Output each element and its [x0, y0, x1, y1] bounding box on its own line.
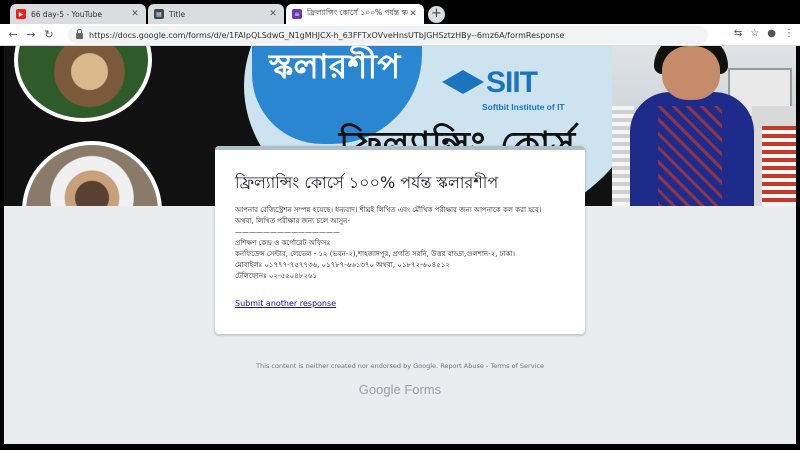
translate-icon[interactable]: ⇆ [734, 28, 742, 39]
footer-disclaimer: This content is neither created nor endo… [4, 362, 796, 370]
reload-icon[interactable]: ↻ [40, 28, 58, 41]
tab-title: Title [169, 9, 186, 19]
lock-icon [76, 29, 83, 39]
address-bar[interactable]: https://docs.google.com/forms/d/e/1FAIpQ… [68, 26, 708, 44]
report-abuse-link[interactable]: Report Abuse [440, 362, 484, 370]
logo-wordmark: SIIT [486, 66, 538, 99]
tab-youtube[interactable]: ▶ 66 day-5 - YouTube ✕ [10, 4, 146, 24]
message-line: টেলিফোনঃ ০২-৫৫০৪৮২৬১ [235, 272, 317, 280]
tab-title: ফ্রিল্যান্সিং কোর্সে ১০০% পর্যন্ত স্কলার… [307, 8, 408, 17]
back-icon[interactable]: ← [4, 28, 22, 41]
google-forms-logo[interactable]: Google Forms [4, 382, 796, 397]
banner-heading: স্কলারশীপ [269, 47, 401, 87]
google-forms-icon: ≡ [292, 9, 302, 19]
form-title: ফ্রিল্যান্সিং কোর্সে ১০০% পর্যন্ত স্কলার… [235, 173, 499, 192]
confirmation-message: আপনার রেজিস্ট্রেশন সম্পন্ন হয়েছে। ধন্যব… [235, 205, 575, 282]
siit-logo: SIIT Softbit Institute of IT [442, 64, 592, 118]
tab-title: 66 day-5 - YouTube [31, 9, 103, 19]
browser-toolbar: ← → ↻ https://docs.google.com/forms/d/e/… [0, 24, 800, 46]
youtube-icon: ▶ [16, 9, 26, 19]
message-line: ——————————————— [235, 228, 340, 236]
logo-forms: Forms [404, 382, 442, 397]
tab-google-form[interactable]: ≡ ফ্রিল্যান্সিং কোর্সে ১০০% পর্যন্ত স্কল… [286, 4, 424, 24]
account-icon[interactable]: ● [767, 28, 776, 39]
window-edge [796, 46, 800, 444]
message-line: প্রশিক্ষণ কেন্দ্র ও কর্পোরেট অফিসঃ [235, 239, 331, 247]
star-icon[interactable]: ☆ [750, 28, 759, 39]
menu-icon[interactable]: ⋮ [784, 28, 794, 39]
message-line: অথবা, লিখিত পরীক্ষার জন্য চলে আসুন- [235, 217, 350, 225]
close-icon[interactable]: ✕ [408, 9, 418, 19]
card-accent [215, 146, 585, 150]
form-page: স্কলারশীপ SIIT Softbit Institute of IT ফ… [4, 46, 796, 444]
message-line: মোবাইলঃ ০১৭৭৭-৭৫৭৭৩৬, ০১৭৮৭-৬৬১৩৭০ অথবা,… [235, 261, 450, 269]
url-text: https://docs.google.com/forms/d/e/1FAIpQ… [89, 30, 565, 40]
logo-google: Google [358, 382, 401, 397]
forward-icon[interactable]: → [22, 28, 40, 41]
logo-tagline: Softbit Institute of IT [482, 102, 565, 112]
disclaimer-text: This content is neither created nor endo… [256, 362, 439, 370]
student-photo [14, 46, 152, 122]
message-line: আপনার রেজিস্ট্রেশন সম্পন্ন হয়েছে। ধন্যব… [235, 206, 542, 214]
close-icon[interactable]: ✕ [130, 9, 140, 19]
confirmation-card: ফ্রিল্যান্সিং কোর্সে ১০০% পর্যন্ত স্কলার… [215, 146, 585, 334]
page-icon: ▤ [154, 9, 164, 19]
instructor-photo [612, 46, 796, 206]
new-tab-button[interactable]: + [428, 6, 445, 23]
close-icon[interactable]: ✕ [268, 9, 278, 19]
tab-title-page[interactable]: ▤ Title ✕ [148, 4, 284, 24]
student-photo [22, 141, 162, 206]
tab-strip: ▶ 66 day-5 - YouTube ✕ ▤ Title ✕ ≡ ফ্রিল… [0, 0, 800, 24]
submit-another-response-link[interactable]: Submit another response [235, 299, 336, 308]
graduation-cap-icon [442, 70, 484, 96]
message-line: কনফিডেন্স সেন্টার, লেভেল - ১২ (ভবন-২),শা… [235, 250, 515, 258]
terms-link[interactable]: Terms of Service [490, 362, 544, 370]
